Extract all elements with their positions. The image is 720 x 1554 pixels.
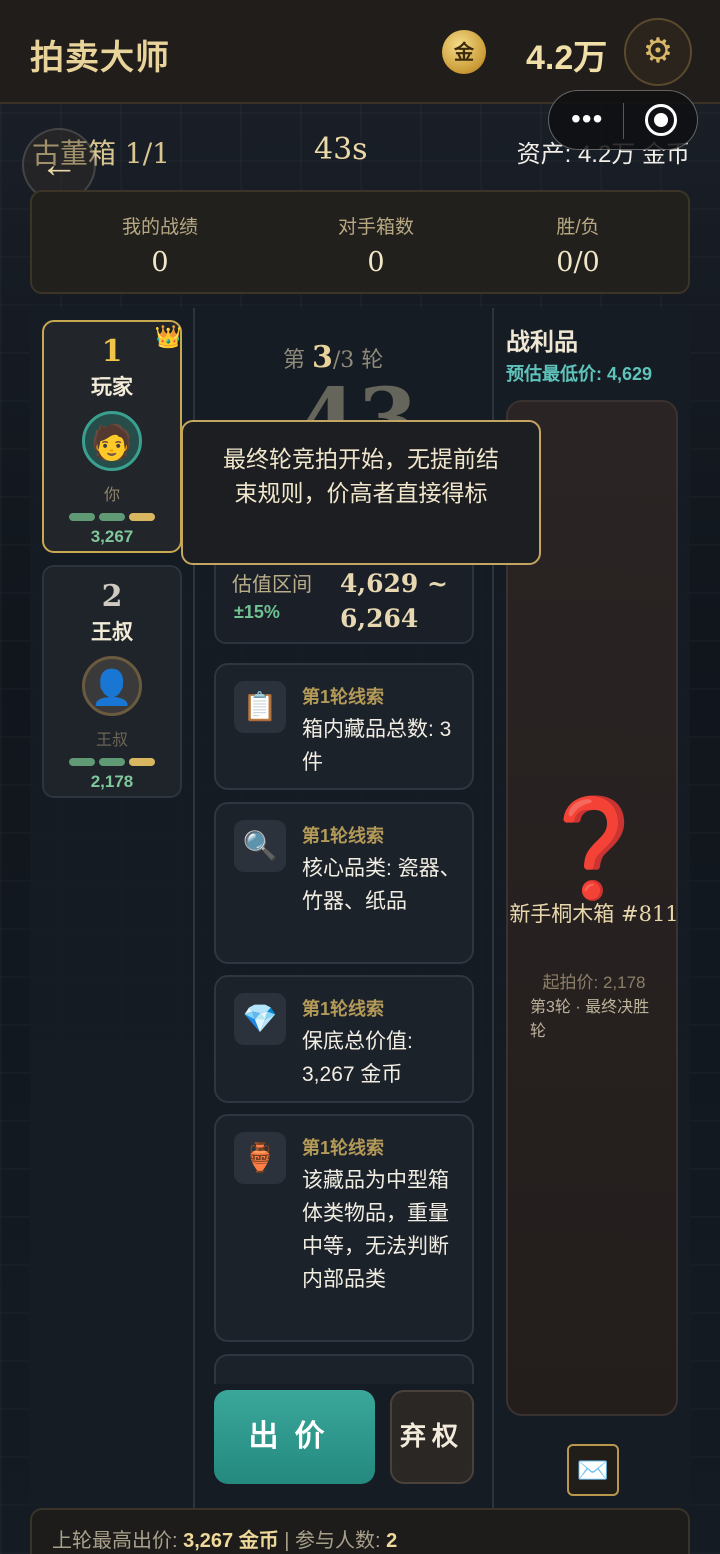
more-menu-button[interactable]: ••• [571,103,603,135]
player-card-self[interactable]: 👑 1 玩家 🧑 你 3,267 [42,320,182,553]
last-bid-label: 上轮最高出价: [52,1530,184,1552]
spoils-title: 战利品 [506,327,578,356]
estimate-range: 4,629 ~ 6,264 [340,569,448,633]
stat-label: 我的战绩 [121,217,198,238]
forfeit-button[interactable]: 弃权 [390,1390,474,1484]
last-bid-value: 3,267 金币 [183,1530,279,1552]
avatar: 🧑 [82,411,142,471]
estimate-percent: ±15% [234,602,280,622]
clue-card: 💎 第1轮线索 保底总价值: 3,267 金币 [214,975,474,1103]
top-bar: 拍卖大师 金 4.2万 ⚙ [0,0,720,104]
stat-value: 0 [151,247,169,278]
player-tag: 王叔 [95,732,128,749]
settings-button[interactable]: ⚙ [624,18,692,86]
app-title: 拍卖大师 [30,38,170,78]
envelope-icon: ✉️ [576,1455,610,1485]
player-card-opponent[interactable]: 2 王叔 👤 王叔 2,178 [42,565,182,798]
stats-bar: 我的战绩 0 对手箱数 0 胜/负 0/0 [30,190,690,294]
coin-balance: 4.2万 [526,39,608,77]
bar-segment [69,758,95,766]
estimate-label: 估值区间 [232,574,312,596]
clue-title: 第1轮线索 [302,999,385,1019]
participants-value: 2 [386,1530,398,1552]
miniprogram-capsule: ••• [548,90,698,150]
coin-icon: 金 [442,30,486,74]
bid-button[interactable]: 出价 [214,1390,375,1484]
capsule-divider [623,103,624,139]
clue-text: 箱内藏品总数: 3 件 [302,718,452,774]
target-icon[interactable] [645,104,677,136]
clue-card: 🏺 第1轮线索 该藏品为中型箱体类物品，重量中等，无法判断内部品类 [214,1114,474,1342]
gear-icon: ⚙ [642,32,674,70]
clue-text: 保底总价值: 3,267 金币 [302,1030,413,1086]
mail-button[interactable]: ✉️ [567,1444,619,1496]
clue-title: 第1轮线索 [302,687,385,707]
player-tag: 你 [103,487,120,504]
arrow-left-icon: ← [40,144,78,186]
clipboard-icon: 📋 [234,681,286,733]
round-timer: 43s [314,132,368,167]
stat-label: 对手箱数 [337,217,414,238]
final-round-tooltip: 最终轮竞拍开始，无提前结束规则，价高者直接得标 [181,420,541,565]
bar-segment [129,758,155,766]
clue-card-partial [214,1354,474,1384]
gem-icon: 💎 [234,993,286,1045]
crown-icon: 👑 [154,324,182,349]
bar-segment [129,513,155,521]
footer-info: 上轮最高出价: 3,267 金币 | 参与人数: 2 [30,1508,690,1554]
footer-separator: | [278,1530,296,1552]
question-mark-icon: ❓ [534,792,654,904]
stat-label: 胜/负 [556,217,600,238]
participants-label: 参与人数: [295,1530,387,1552]
stat-win-loss: 胜/负 0/0 [488,212,668,278]
clue-card: 🔍 第1轮线索 核心品类: 瓷器、竹器、纸品 [214,802,474,964]
bar-segment [99,513,125,521]
stat-value: 0 [367,247,385,278]
clue-card: 📋 第1轮线索 箱内藏品总数: 3 件 [214,663,474,790]
health-bars [44,758,180,766]
player-score: 3,267 [90,527,134,546]
item-start-price: 起拍价: 2,178 [542,973,646,992]
spoils-estimate: 预估最低价: 4,629 [506,364,653,384]
clue-text: 核心品类: 瓷器、竹器、纸品 [302,857,461,913]
stat-my-record: 我的战绩 0 [70,212,250,278]
player-name: 王叔 [91,619,133,644]
player-score: 2,178 [90,772,134,791]
bar-segment [99,758,125,766]
clue-text: 该藏品为中型箱体类物品，重量中等，无法判断内部品类 [302,1169,449,1291]
vase-icon: 🏺 [234,1132,286,1184]
item-round-note: 第3轮 · 最终决胜轮 [530,999,650,1040]
avatar: 👤 [82,656,142,716]
player-name: 玩家 [91,374,133,399]
stat-value: 0/0 [556,247,600,278]
clue-title: 第1轮线索 [302,1138,385,1158]
item-name: 新手桐木箱 #811 [509,902,679,926]
stat-opponent-boxes: 对手箱数 0 [286,212,466,278]
bar-segment [69,513,95,521]
health-bars [44,513,180,521]
player-rank: 2 [101,579,123,614]
clue-title: 第1轮线索 [302,826,385,846]
magnifier-icon: 🔍 [234,820,286,872]
